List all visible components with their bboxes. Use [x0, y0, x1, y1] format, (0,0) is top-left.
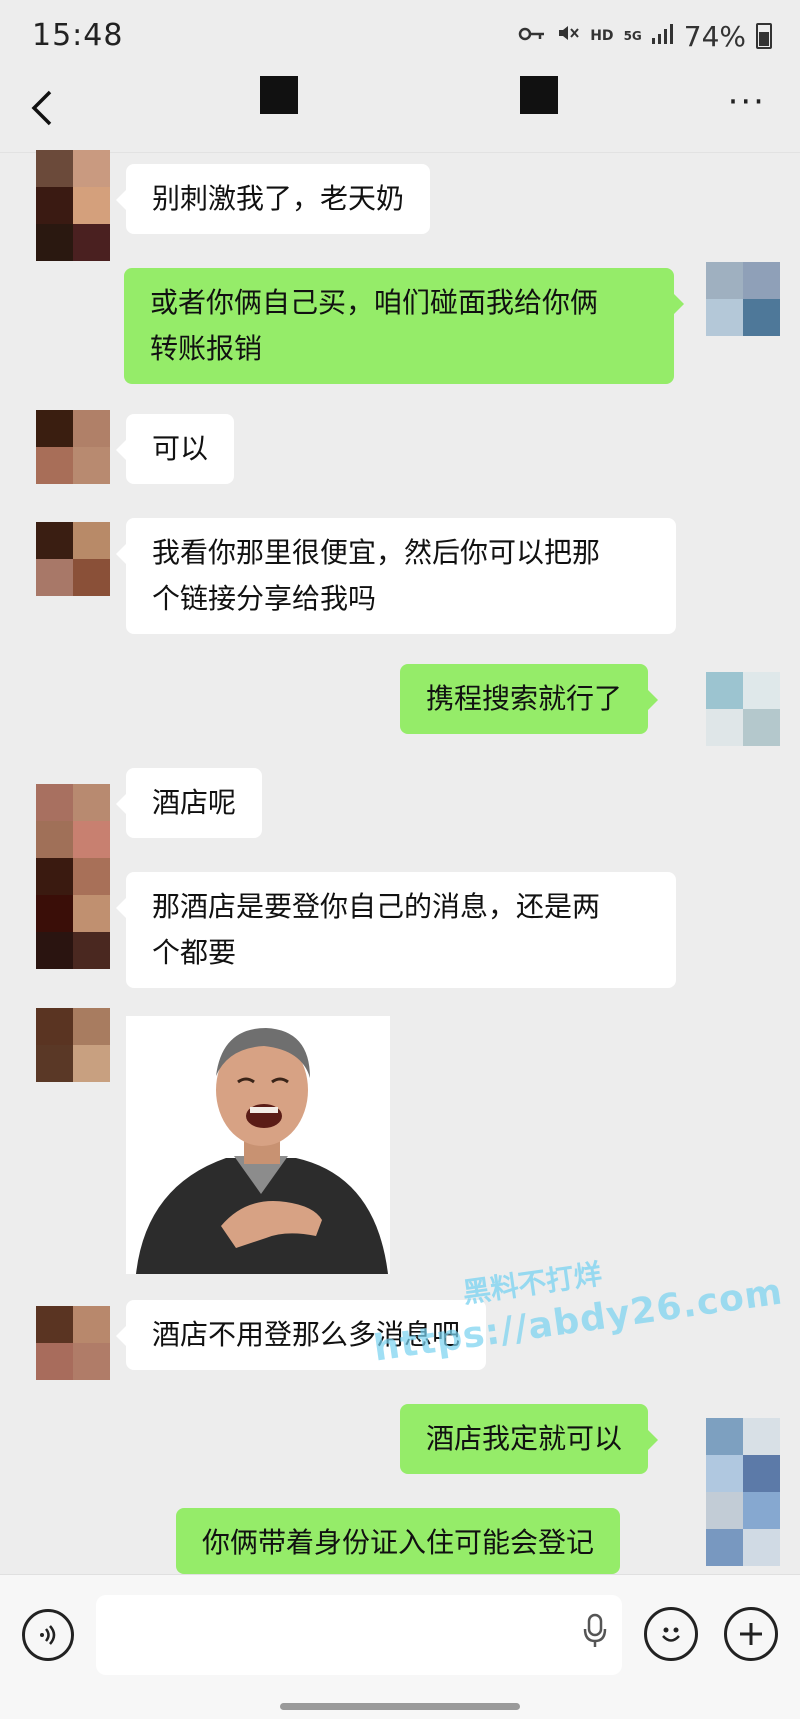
status-time: 15:48: [32, 18, 124, 53]
plus-icon[interactable]: [724, 1607, 778, 1661]
message-bubble-outgoing[interactable]: 携程搜索就行了: [400, 664, 659, 734]
battery-percent: 74%: [683, 19, 746, 53]
voice-icon[interactable]: [22, 1609, 74, 1661]
message-text: 携程搜索就行了: [426, 682, 623, 715]
redacted-title-block: [260, 76, 298, 114]
avatar[interactable]: [36, 1306, 110, 1380]
avatar[interactable]: [36, 410, 110, 484]
status-icons: HD 5G 74%: [518, 18, 772, 54]
message-text: 我看你那里很便宜，然后你可以把那: [152, 536, 601, 569]
avatar-self[interactable]: [706, 262, 780, 336]
hd-icon: HD: [590, 28, 614, 44]
chevron-left-icon[interactable]: [30, 86, 54, 138]
message-text: 个链接分享给我吗: [152, 582, 377, 615]
avatar[interactable]: [36, 1008, 110, 1082]
message-bubble-incoming[interactable]: 别刺激我了，老天奶: [115, 164, 431, 234]
message-bubble-incoming[interactable]: 那酒店是要登你自己的消息，还是两 个都要: [116, 872, 676, 988]
status-bar: 15:48 HD 5G 74%: [0, 0, 800, 72]
message-text: 个都要: [152, 936, 237, 969]
avatar-self[interactable]: [706, 672, 780, 746]
message-text: 酒店呢: [152, 786, 237, 819]
message-bubble-outgoing[interactable]: 你俩带着身份证入住可能会登记: [176, 1508, 621, 1574]
battery-icon: [756, 23, 772, 49]
emoji-icon[interactable]: [644, 1607, 698, 1661]
avatar[interactable]: [36, 150, 110, 261]
home-indicator[interactable]: [280, 1703, 520, 1710]
key-icon: [518, 22, 546, 50]
sticker-image[interactable]: [126, 1016, 390, 1274]
message-text: 那酒店是要登你自己的消息，还是两: [152, 890, 601, 923]
redacted-title-block: [520, 76, 558, 114]
message-bubble-outgoing[interactable]: 或者你俩自己买，咱们碰面我给你俩 转账报销: [124, 268, 684, 384]
5g-icon: 5G: [623, 28, 642, 43]
message-text: 别刺激我了，老天奶: [152, 182, 405, 215]
mute-icon: [556, 21, 580, 51]
message-bubble-outgoing[interactable]: 酒店我定就可以: [400, 1404, 659, 1474]
avatar-self[interactable]: [706, 1418, 780, 1566]
message-input[interactable]: [96, 1595, 622, 1675]
avatar[interactable]: [36, 522, 110, 596]
input-bar: [0, 1574, 800, 1719]
more-icon[interactable]: ···: [728, 82, 766, 122]
message-text: 酒店我定就可以: [426, 1422, 623, 1455]
signal-icon: [651, 22, 674, 50]
avatar[interactable]: [36, 784, 110, 969]
message-text: 你俩带着身份证入住可能会登记: [202, 1526, 595, 1559]
message-text: 可以: [152, 432, 209, 465]
chat-header: ···: [0, 72, 800, 153]
message-text: 转账报销: [150, 332, 263, 365]
message-bubble-incoming[interactable]: 酒店呢: [115, 768, 263, 838]
microphone-icon[interactable]: [582, 1613, 608, 1657]
message-bubble-incoming[interactable]: 我看你那里很便宜，然后你可以把那 个链接分享给我吗: [116, 518, 676, 634]
message-text: 或者你俩自己买，咱们碰面我给你俩: [150, 286, 599, 319]
message-bubble-incoming[interactable]: 可以: [115, 414, 235, 484]
